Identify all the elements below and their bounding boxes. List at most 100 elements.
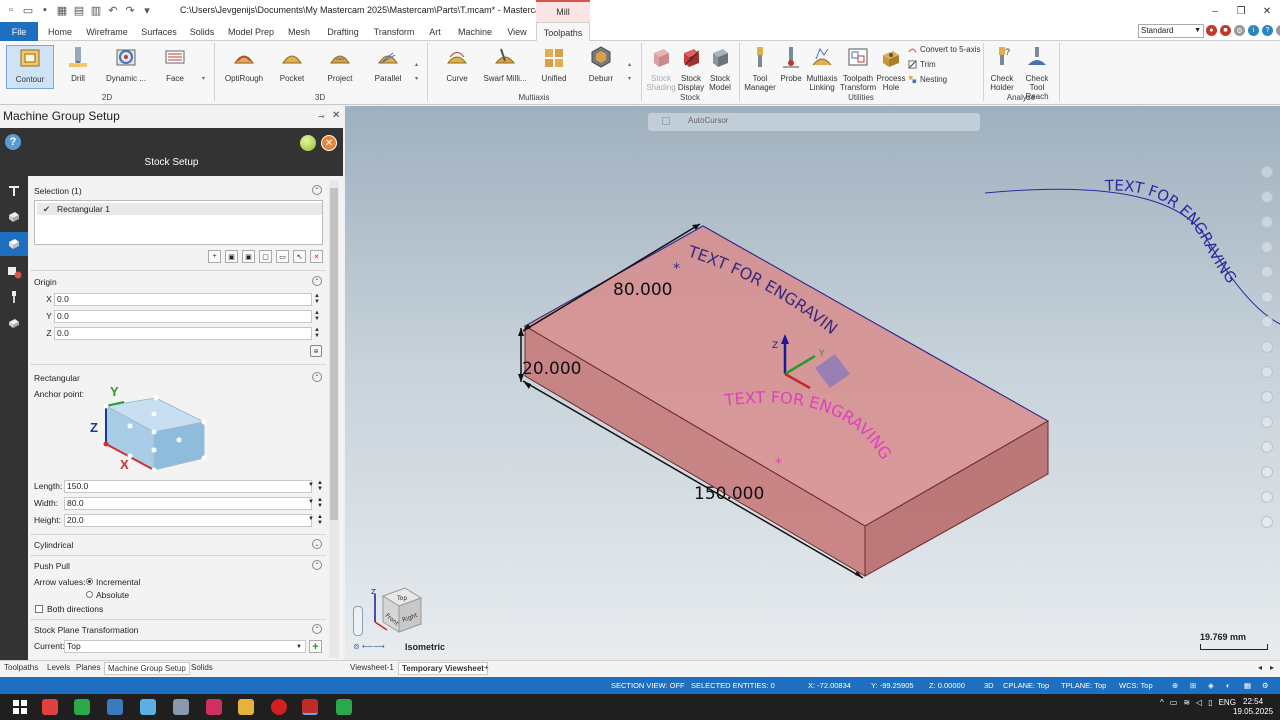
- tab-transform[interactable]: Transform: [372, 22, 416, 41]
- stock-display-button[interactable]: Stock Display: [676, 45, 706, 92]
- check-holder-button[interactable]: ? Check Holder: [986, 45, 1018, 92]
- process-hole-button[interactable]: Process Hole: [876, 45, 906, 92]
- cloud-app-icon[interactable]: [173, 699, 189, 715]
- stop-icon[interactable]: ■: [1220, 25, 1231, 36]
- ok-button[interactable]: [300, 135, 316, 151]
- redo-icon[interactable]: ↷: [123, 3, 137, 17]
- taskbar-clock[interactable]: 22:54 19.05.2025: [1233, 697, 1273, 717]
- face-button[interactable]: Face: [158, 45, 192, 83]
- wire-mode-icon[interactable]: ▦: [1244, 681, 1251, 690]
- safety-zone-icon[interactable]: [5, 314, 23, 332]
- parallel-button[interactable]: Parallel: [370, 45, 406, 83]
- height-input[interactable]: 20.0: [64, 514, 312, 527]
- graphics-viewport[interactable]: AutoCursor * * TEXT FOR ENGRAVIN TEXT FO…: [345, 106, 1280, 660]
- add-plane-button[interactable]: +: [309, 640, 322, 653]
- wireframe-icon[interactable]: [1261, 416, 1273, 428]
- tab-wireframe[interactable]: Wireframe: [84, 22, 130, 41]
- curve-button[interactable]: Curve: [440, 45, 474, 83]
- collapse-rectangular-icon[interactable]: ⌃: [312, 372, 322, 382]
- nesting-button[interactable]: Nesting: [908, 75, 947, 84]
- no-entry-icon[interactable]: [1261, 516, 1273, 528]
- tplane-status[interactable]: TPLANE: Top: [1061, 681, 1106, 690]
- windows-start-icon[interactable]: [12, 699, 28, 715]
- origin-x-input[interactable]: 0.0: [54, 293, 312, 306]
- cad-app-icon[interactable]: [206, 699, 222, 715]
- current-plane-select[interactable]: Top ▼: [64, 640, 306, 653]
- stock-box-icon[interactable]: ▣: [225, 250, 238, 263]
- absolute-radio[interactable]: [86, 591, 93, 598]
- tab-levels[interactable]: Levels: [47, 663, 70, 672]
- scroll-up-icon[interactable]: ▴: [415, 61, 418, 68]
- scroll-up-icon[interactable]: ▴: [628, 61, 631, 68]
- info-icon[interactable]: i: [1248, 25, 1259, 36]
- mastercam-logo-icon[interactable]: ●: [1206, 25, 1217, 36]
- scrollbar-thumb[interactable]: [330, 188, 338, 520]
- list-item[interactable]: ✔ Rectangular 1: [37, 203, 322, 215]
- expand-multiaxis-icon[interactable]: ▾: [628, 75, 631, 82]
- cplane-status[interactable]: CPLANE: Top: [1003, 681, 1049, 690]
- drill-button[interactable]: Drill: [62, 45, 94, 83]
- opera-browser-icon[interactable]: [271, 699, 287, 715]
- origin-y-input[interactable]: 0.0: [54, 310, 312, 323]
- battery-icon[interactable]: ▯: [1208, 698, 1212, 707]
- print-icon[interactable]: ▤: [72, 3, 86, 17]
- wifi-icon[interactable]: ≋: [1183, 698, 1190, 707]
- help-icon[interactable]: ?: [1262, 25, 1273, 36]
- tab-model-prep[interactable]: Model Prep: [226, 22, 276, 41]
- tool-settings-icon[interactable]: [5, 262, 23, 280]
- deburr-button[interactable]: Deburr: [584, 45, 618, 83]
- stock-model-button[interactable]: Stock Model: [704, 45, 736, 92]
- grid-icon[interactable]: ⊞: [1190, 681, 1196, 690]
- shading-mode-icon[interactable]: ◐: [1226, 681, 1231, 690]
- save-icon[interactable]: ▪: [38, 3, 52, 17]
- spreadsheet-app-icon[interactable]: [74, 699, 90, 715]
- add-selection-icon[interactable]: +: [208, 250, 221, 263]
- trim-button[interactable]: Trim: [908, 60, 936, 69]
- new-file-icon[interactable]: ▫: [4, 3, 18, 17]
- restore-button[interactable]: ❐: [1228, 0, 1254, 22]
- tab-view[interactable]: View: [504, 22, 530, 41]
- help-icon[interactable]: ?: [5, 134, 21, 150]
- zoom-icon[interactable]: [1261, 166, 1273, 178]
- top-view-icon[interactable]: [1261, 291, 1273, 303]
- tool-manager-button[interactable]: Tool Manager: [742, 45, 778, 92]
- dynamic-button[interactable]: Dynamic ...: [104, 45, 148, 83]
- chevron-down-icon[interactable]: ▼: [308, 516, 314, 522]
- tab-viewsheet-1[interactable]: Viewsheet-1: [350, 663, 394, 672]
- chevron-up-icon[interactable]: ^: [1160, 698, 1164, 707]
- expand-3d-icon[interactable]: ▾: [415, 75, 418, 82]
- add-viewsheet-button[interactable]: +: [484, 663, 489, 672]
- mode-3d-status[interactable]: 3D: [984, 681, 994, 690]
- tab-planes[interactable]: Planes: [76, 663, 100, 672]
- project-button[interactable]: Project: [322, 45, 358, 83]
- network-icon[interactable]: ▭: [1170, 698, 1178, 707]
- tab-toolpaths-manager[interactable]: Toolpaths: [4, 663, 38, 672]
- selected-entities-status[interactable]: SELECTED ENTITIES: 0: [691, 681, 775, 690]
- unified-button[interactable]: Unified: [538, 45, 570, 83]
- customize-icon[interactable]: ▾: [140, 3, 154, 17]
- rotate-icon[interactable]: [1261, 216, 1273, 228]
- settings-icon[interactable]: ⚙: [1262, 681, 1269, 690]
- app-icon[interactable]: [42, 699, 58, 715]
- stock-setup-icon[interactable]: [0, 232, 28, 256]
- width-input[interactable]: 80.0: [64, 497, 312, 510]
- toolpath-group-icon[interactable]: [5, 182, 23, 200]
- cylindrical-header[interactable]: Cylindrical: [34, 540, 73, 550]
- collapse-push-pull-icon[interactable]: ⌃: [312, 560, 322, 570]
- spin-icon[interactable]: ▲ ▼: [314, 293, 320, 305]
- panel-scrollbar[interactable]: [329, 180, 339, 658]
- spin-icon[interactable]: ▲ ▼: [317, 497, 323, 509]
- multiaxis-linking-button[interactable]: Multiaxis Linking: [804, 45, 840, 92]
- optirough-button[interactable]: OptiRough: [222, 45, 266, 83]
- tab-solids-manager[interactable]: Solids: [191, 663, 213, 672]
- save-as-icon[interactable]: ▦: [55, 3, 69, 17]
- tab-solids[interactable]: Solids: [186, 22, 218, 41]
- probe-button[interactable]: Probe: [778, 45, 804, 83]
- calculator-icon[interactable]: [107, 699, 123, 715]
- select-pointer-icon[interactable]: ↖: [293, 250, 306, 263]
- tab-home[interactable]: Home: [42, 22, 78, 41]
- volume-icon[interactable]: ◁: [1196, 698, 1202, 707]
- print-preview-icon[interactable]: ▥: [89, 3, 103, 17]
- minimize-button[interactable]: –: [1202, 0, 1228, 22]
- collapse-selection-icon[interactable]: ⌃: [312, 185, 322, 195]
